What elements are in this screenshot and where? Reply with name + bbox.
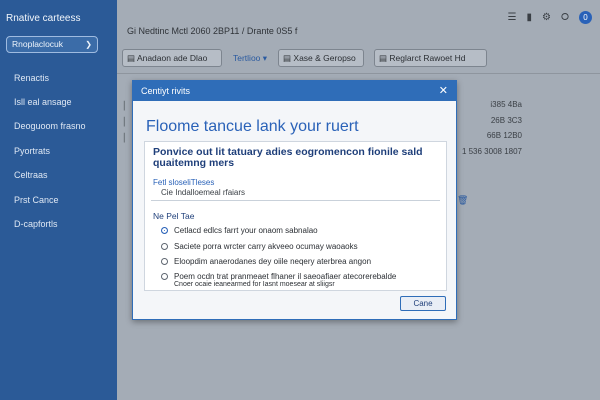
- toolbar-button-3-label: Reglarct Rawoet Hd: [389, 53, 466, 63]
- sidebar-item-6[interactable]: Prst Cance: [14, 195, 59, 205]
- radio-icon[interactable]: [161, 273, 168, 280]
- radio-option-sublabel: Cnoer ocaie ieanearmed for Iasnt moesear…: [174, 281, 335, 288]
- row-marker: │: [122, 101, 127, 110]
- sidebar-item-3[interactable]: Deoguoom frasno: [14, 121, 86, 131]
- bookmark-icon[interactable]: ▮: [527, 12, 533, 23]
- table-cell-value: 26B 3C3: [490, 116, 522, 125]
- document-icon: ▤: [127, 53, 136, 63]
- option-group-label: Ne Pel Tae: [153, 211, 195, 221]
- help-icon[interactable]: ⭘: [561, 12, 569, 23]
- table-cell-value: i385 4Ba: [490, 100, 522, 109]
- notes-icon[interactable]: ☰: [508, 12, 517, 23]
- radio-option-label: Cetlacd edlcs farrt your onaom sabnalao: [174, 226, 318, 235]
- table-cell-value: 66B 12B0: [486, 131, 522, 140]
- radio-option-1[interactable]: Cetlacd edlcs farrt your onaom sabnalao: [161, 226, 318, 235]
- sidebar-dropdown-label: Rnoplaclocuk: [12, 39, 64, 49]
- dialog-titlebar: Centiyt rivits ✕: [133, 81, 456, 101]
- avatar[interactable]: 0: [579, 11, 592, 24]
- sidebar-item-2[interactable]: Isll eal ansage: [14, 97, 72, 107]
- radio-option-4[interactable]: Poem ocdn trat pranmeaet flhaner il saeo…: [161, 272, 396, 281]
- trash-icon[interactable]: 🗑: [457, 195, 468, 206]
- dialog-heading: Floome tancue lank your ruert: [146, 118, 359, 135]
- radio-option-label: Saciete porra wrcter carry akveeo ocumay…: [174, 242, 358, 251]
- row-marker: │: [122, 117, 127, 126]
- chevron-right-icon: ❯: [85, 40, 92, 49]
- dialog-separator: [151, 200, 440, 201]
- toolbar-button-3[interactable]: ▤ Reglarct Rawoet Hd: [374, 49, 487, 67]
- dialog-content-panel: Ponvice out lit tatuary adies eogromenco…: [144, 141, 447, 291]
- confirm-button[interactable]: Cane: [400, 296, 446, 311]
- radio-selected-icon[interactable]: [161, 227, 168, 234]
- document-icon: ▤: [283, 53, 292, 63]
- row-marker: │: [122, 133, 127, 142]
- sidebar-item-4[interactable]: Pyortrats: [14, 146, 50, 156]
- document-icon: ▤: [379, 53, 388, 63]
- table-cell-value: 1 536 3008 1807: [461, 147, 522, 156]
- toolbar-button-1[interactable]: ▤ Anadaon ade Dlao: [122, 49, 222, 67]
- sidebar-item-5[interactable]: Celtraas: [14, 170, 48, 180]
- dialog-headline: Ponvice out lit tatuary adies eogromenco…: [153, 146, 423, 169]
- toolbar-button-2[interactable]: ▤ Xase & Geropso: [278, 49, 364, 67]
- radio-option-2[interactable]: Saciete porra wrcter carry akveeo ocumay…: [161, 242, 358, 251]
- radio-icon[interactable]: [161, 243, 168, 250]
- app-title: Rnative carteess: [6, 13, 81, 24]
- sidebar: Rnative carteess Rnoplaclocuk ❯ Renactis…: [0, 0, 117, 400]
- sidebar-item-7[interactable]: D-capfortls: [14, 219, 58, 229]
- dialog-caption-secondary: Cie Indalloemeal rfaiars: [161, 188, 246, 197]
- settings-icon[interactable]: ⚙: [542, 12, 551, 23]
- divider: [117, 73, 600, 74]
- radio-option-label: Eloopdim anaerodanes dey oiile neqery at…: [174, 257, 372, 266]
- toolbar-button-2-label: Xase & Geropso: [293, 53, 356, 63]
- toolbar-dropdown-link[interactable]: Tertlioo ▾: [233, 53, 267, 64]
- close-icon[interactable]: ✕: [439, 81, 448, 101]
- sidebar-item-1[interactable]: Renactis: [14, 73, 49, 83]
- sidebar-dropdown-button[interactable]: Rnoplaclocuk ❯: [6, 36, 98, 53]
- toolbar-button-1-label: Anadaon ade Dlao: [136, 53, 208, 63]
- radio-option-3[interactable]: Eloopdim anaerodanes dey oiile neqery at…: [161, 257, 371, 266]
- breadcrumb: Gi Nedtinc Mctl 2060 2BP11 / Drante 0S5 …: [127, 26, 298, 36]
- dialog-caption: Fetl sloseliTleses: [153, 178, 215, 187]
- radio-icon[interactable]: [161, 258, 168, 265]
- modal-dialog: Centiyt rivits ✕ Floome tancue lank your…: [132, 80, 457, 320]
- dialog-window-title: Centiyt rivits: [141, 86, 191, 96]
- radio-option-label: Poem ocdn trat pranmeaet flhaner il saeo…: [174, 272, 397, 281]
- header-icons: ☰ ▮ ⚙ ⭘ 0: [508, 11, 592, 24]
